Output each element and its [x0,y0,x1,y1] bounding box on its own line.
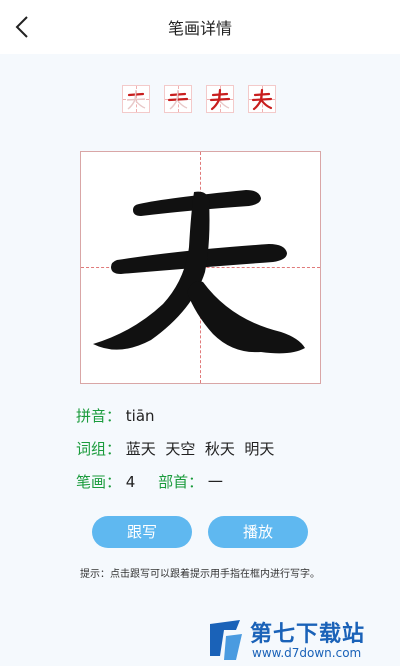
watermark-title: 第七下载站 [250,622,366,647]
stroke-count-label: 笔画： [76,473,122,491]
header-bar: 笔画详情 [0,0,400,54]
play-button[interactable]: 播放 [208,516,308,548]
watermark: 第七下载站 www.d7down.com [204,614,400,666]
character-stroke-drawing [93,190,305,354]
stroke-step-1 [122,85,150,113]
pinyin-value: tiān [125,407,155,425]
writing-grid[interactable] [80,151,321,384]
radical-label: 部首： [158,473,204,491]
stroke-step-2 [164,85,192,113]
words-row: 词组： 蓝天 天空 秋天 明天 [76,438,274,459]
words-label: 词组： [76,440,122,458]
stroke-count-value: 4 [125,473,136,491]
radical-value: 一 [207,473,223,491]
pinyin-row: 拼音： tiān [76,405,155,426]
stroke-step-4 [248,85,276,113]
pinyin-label: 拼音： [76,407,122,425]
watermark-logo-icon [210,620,242,660]
page-title: 笔画详情 [167,19,232,38]
stroke-step-3 [206,85,234,113]
follow-write-button[interactable]: 跟写 [92,516,192,548]
stroke-order-steps [122,85,282,115]
stroke-radical-row: 笔画： 4 部首： 一 [76,471,223,492]
hint-text: 提示：点击跟写可以跟着提示用手指在框内进行写字。 [80,569,320,580]
watermark-url: www.d7down.com [252,646,362,660]
words-value: 蓝天 天空 秋天 明天 [125,440,275,458]
